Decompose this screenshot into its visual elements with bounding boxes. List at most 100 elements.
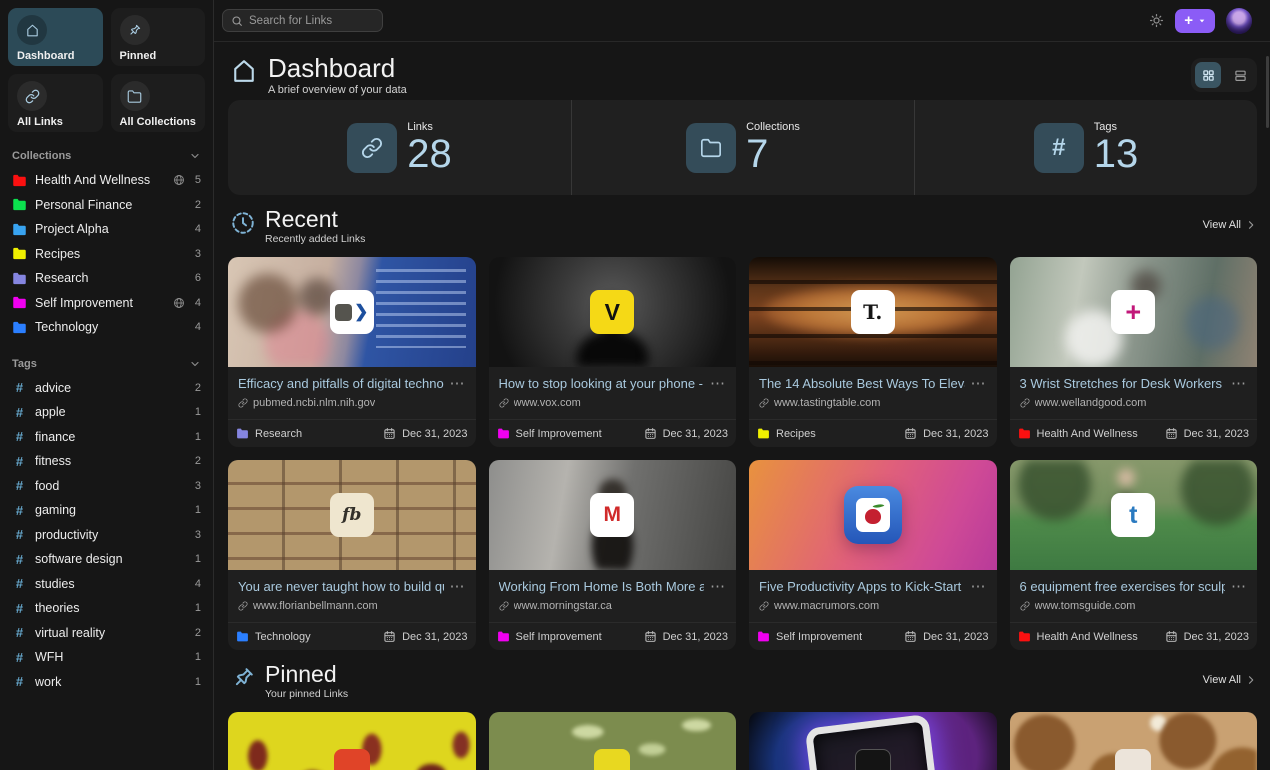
sidebar-tag-item[interactable]: # theories 1	[8, 596, 205, 621]
collections-header[interactable]: Collections	[8, 148, 205, 164]
section-title: Recent	[265, 207, 365, 232]
collection-name: Recipes	[35, 247, 185, 261]
tag-count: 4	[193, 578, 201, 590]
sidebar-item-all-collections[interactable]: All Collections	[111, 74, 206, 132]
sidebar-tag-item[interactable]: # gaming 1	[8, 498, 205, 523]
card-collection-name[interactable]: Recipes	[776, 428, 816, 440]
link-url: www.wellandgood.com	[1035, 397, 1147, 409]
link-icon	[238, 398, 248, 408]
sidebar-tag-item[interactable]: # productivity 3	[8, 523, 205, 548]
pinned-view-all-link[interactable]: View All	[1203, 674, 1257, 686]
card-menu-icon[interactable]: ⋯	[710, 376, 726, 391]
card-collection-name[interactable]: Health And Wellness	[1037, 631, 1138, 643]
stat-collections: Collections 7	[571, 100, 914, 195]
link-card[interactable]	[749, 712, 997, 770]
calendar-icon	[904, 630, 917, 643]
card-menu-icon[interactable]: ⋯	[1231, 376, 1247, 391]
sidebar-collection-item[interactable]: Technology 4	[8, 315, 205, 340]
pin-icon	[120, 15, 150, 45]
sidebar-tag-item[interactable]: # studies 4	[8, 572, 205, 597]
link-icon	[499, 398, 509, 408]
folder-icon	[1018, 427, 1031, 440]
search-input[interactable]	[249, 15, 374, 27]
sidebar-tag-item[interactable]: # advice 2	[8, 376, 205, 401]
link-title[interactable]: 3 Wrist Stretches for Desk Workers to D.…	[1020, 376, 1226, 391]
list-view-button[interactable]	[1227, 62, 1253, 88]
sidebar-tag-item[interactable]: # virtual reality 2	[8, 621, 205, 646]
card-menu-icon[interactable]: ⋯	[710, 579, 726, 594]
link-card[interactable]	[228, 712, 476, 770]
folder-icon	[12, 246, 27, 261]
sidebar-tag-item[interactable]: # work 1	[8, 670, 205, 695]
collection-count: 5	[193, 174, 201, 186]
tags-header[interactable]: Tags	[8, 356, 205, 372]
sidebar-tag-item[interactable]: # fitness 2	[8, 449, 205, 474]
link-card[interactable]: V How to stop looking at your phone - Vo…	[489, 257, 737, 447]
link-card[interactable]: + 3 Wrist Stretches for Desk Workers to …	[1010, 257, 1258, 447]
link-title[interactable]: Efficacy and pitfalls of digital technol…	[238, 376, 444, 391]
sidebar-tag-item[interactable]: # apple 1	[8, 400, 205, 425]
site-logo: t	[1111, 493, 1155, 537]
sidebar-item-pinned[interactable]: Pinned	[111, 8, 206, 66]
link-thumbnail: t	[1010, 460, 1258, 570]
link-card[interactable]: Five Productivity Apps to Kick-Start the…	[749, 460, 997, 650]
calendar-icon	[1165, 427, 1178, 440]
link-title[interactable]: Working From Home Is Both More and L...	[499, 579, 705, 594]
home-icon	[230, 57, 260, 87]
link-card[interactable]: fb You are never taught how to build qua…	[228, 460, 476, 650]
sidebar-tag-item[interactable]: # WFH 1	[8, 645, 205, 670]
recent-view-all-link[interactable]: View All	[1203, 219, 1257, 231]
card-date: Dec 31, 2023	[923, 428, 988, 440]
link-card[interactable]: t 6 equipment free exercises for sculpti…	[1010, 460, 1258, 650]
tag-name: advice	[35, 381, 185, 395]
card-menu-icon[interactable]: ⋯	[450, 579, 466, 594]
link-card[interactable]	[1010, 712, 1258, 770]
card-menu-icon[interactable]: ⋯	[971, 376, 987, 391]
link-card[interactable]: M Working From Home Is Both More and L..…	[489, 460, 737, 650]
link-icon	[1020, 398, 1030, 408]
sidebar-collection-item[interactable]: Health And Wellness 5	[8, 168, 205, 193]
sidebar-collection-item[interactable]: Self Improvement 4	[8, 291, 205, 316]
card-menu-icon[interactable]: ⋯	[1231, 579, 1247, 594]
recent-section-header: Recent Recently added Links View All	[228, 207, 1257, 253]
sidebar-collection-item[interactable]: Research 6	[8, 266, 205, 291]
sidebar-item-dashboard[interactable]: Dashboard	[8, 8, 103, 66]
link-card[interactable]: ❯ Efficacy and pitfalls of digital techn…	[228, 257, 476, 447]
link-thumbnail: fb	[228, 460, 476, 570]
card-collection-name[interactable]: Health And Wellness	[1037, 428, 1138, 440]
card-collection-name[interactable]: Technology	[255, 631, 311, 643]
link-url: www.morningstar.ca	[514, 600, 612, 612]
card-menu-icon[interactable]: ⋯	[450, 376, 466, 391]
tag-name: virtual reality	[35, 626, 185, 640]
card-menu-icon[interactable]: ⋯	[971, 579, 987, 594]
scrollbar[interactable]	[1266, 56, 1269, 128]
sidebar-item-all-links[interactable]: All Links	[8, 74, 103, 132]
card-collection-name[interactable]: Self Improvement	[516, 428, 602, 440]
sidebar-collection-item[interactable]: Personal Finance 2	[8, 193, 205, 218]
grid-icon	[1202, 69, 1215, 82]
site-logo: fb	[330, 493, 374, 537]
sidebar-tag-item[interactable]: # finance 1	[8, 425, 205, 450]
theme-toggle-button[interactable]	[1149, 13, 1164, 28]
link-title[interactable]: 6 equipment free exercises for sculpting…	[1020, 579, 1226, 594]
link-card[interactable]: T. The 14 Absolute Best Ways To Elevate …	[749, 257, 997, 447]
link-title[interactable]: You are never taught how to build qualit…	[238, 579, 444, 594]
search-box[interactable]	[222, 9, 383, 32]
link-card[interactable]	[489, 712, 737, 770]
sidebar-tag-item[interactable]: # food 3	[8, 474, 205, 499]
grid-view-button[interactable]	[1195, 62, 1221, 88]
tags-list: # advice 2 # apple 1 # finance 1	[8, 376, 205, 695]
calendar-icon	[644, 630, 657, 643]
sidebar-collection-item[interactable]: Project Alpha 4	[8, 217, 205, 242]
sidebar-collection-item[interactable]: Recipes 3	[8, 242, 205, 267]
avatar[interactable]	[1226, 8, 1252, 34]
card-collection-name[interactable]: Research	[255, 428, 302, 440]
card-collection-name[interactable]: Self Improvement	[516, 631, 602, 643]
card-collection-name[interactable]: Self Improvement	[776, 631, 862, 643]
tag-count: 1	[193, 406, 201, 418]
link-title[interactable]: The 14 Absolute Best Ways To Elevate Fr.…	[759, 376, 965, 391]
sidebar-tag-item[interactable]: # software design 1	[8, 547, 205, 572]
link-title[interactable]: Five Productivity Apps to Kick-Start the…	[759, 579, 965, 594]
link-title[interactable]: How to stop looking at your phone - Vox	[499, 376, 705, 391]
add-new-button[interactable]: +	[1175, 9, 1215, 33]
